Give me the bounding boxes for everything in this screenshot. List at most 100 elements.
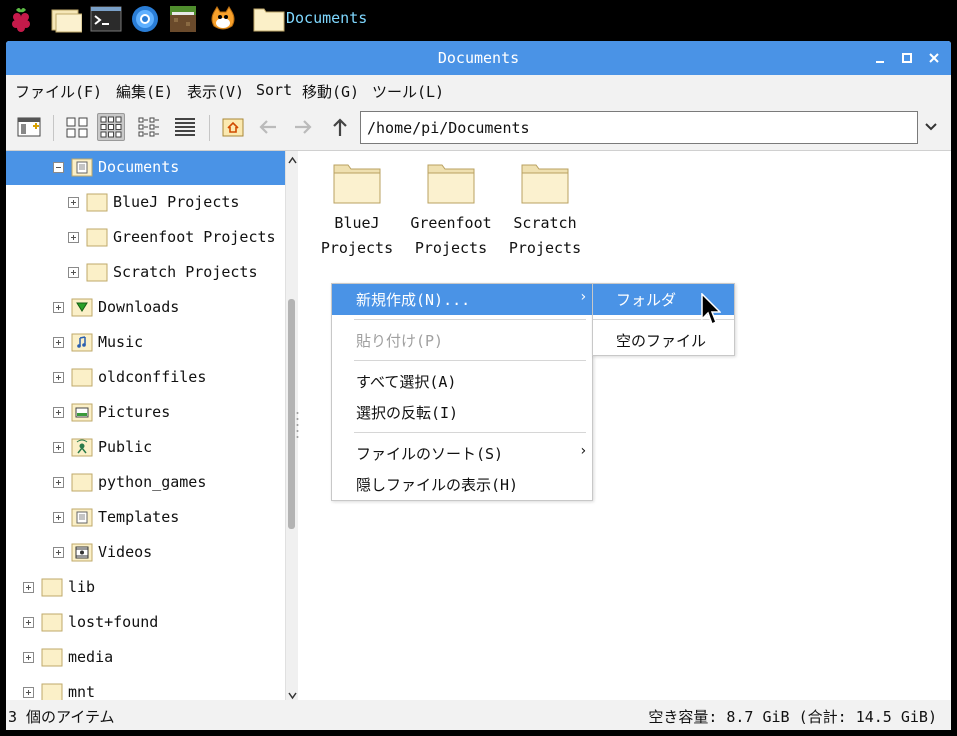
- expand-icon[interactable]: [23, 652, 34, 663]
- tree-item-greenfoot-projects[interactable]: Greenfoot Projects: [6, 220, 285, 255]
- tree-item-mnt[interactable]: mnt: [6, 675, 285, 700]
- context-menu: 新規作成(N)... › 貼り付け(P) すべて選択(A) 選択の反転(I) フ…: [331, 283, 593, 501]
- scroll-down-icon[interactable]: [287, 687, 298, 700]
- tree-item-label: Pictures: [98, 403, 171, 421]
- expand-icon[interactable]: [53, 547, 64, 558]
- free-space: 空き容量: 8.7 GiB (合計: 14.5 GiB): [648, 708, 937, 726]
- menu-item-sort-files[interactable]: ファイルのソート(S) ›: [332, 438, 592, 469]
- tree-item-downloads[interactable]: Downloads: [6, 290, 285, 325]
- titlebar[interactable]: Documents: [6, 41, 951, 75]
- folder-icon: [427, 164, 475, 204]
- directory-tree: Documents BlueJ Projects Greenfoot Proje…: [6, 151, 285, 700]
- menu-item-new-empty-file[interactable]: 空のファイル: [593, 325, 734, 356]
- menu-edit[interactable]: 編集(E): [116, 81, 173, 102]
- menu-separator: [354, 360, 586, 361]
- collapse-icon[interactable]: [53, 162, 64, 173]
- file-manager-icon[interactable]: [50, 4, 83, 34]
- menu-go[interactable]: 移動(G): [302, 81, 359, 102]
- minecraft-icon[interactable]: [168, 4, 198, 34]
- expand-icon[interactable]: [23, 687, 34, 698]
- expand-icon[interactable]: [68, 232, 79, 243]
- task-folder-icon[interactable]: [252, 4, 286, 34]
- file-item-bluej-projects[interactable]: BlueJ Projects: [311, 159, 403, 259]
- menu-item-select-all[interactable]: すべて選択(A): [332, 366, 592, 397]
- file-item-scratch-projects[interactable]: Scratch Projects: [499, 159, 591, 259]
- item-count: 3 個のアイテム: [8, 708, 115, 726]
- up-icon[interactable]: [326, 113, 354, 141]
- tree-item-label: mnt: [68, 683, 96, 700]
- minimize-button[interactable]: [870, 48, 890, 68]
- pane-splitter[interactable]: [296, 411, 299, 441]
- terminal-icon[interactable]: [90, 4, 122, 34]
- tree-item-bluej-projects[interactable]: BlueJ Projects: [6, 185, 285, 220]
- path-bar[interactable]: [360, 111, 918, 144]
- toolbar-separator: [53, 115, 54, 141]
- tree-item-media[interactable]: media: [6, 640, 285, 675]
- path-input[interactable]: [361, 112, 917, 143]
- window-title: Documents: [437, 49, 520, 67]
- new-window-icon[interactable]: [15, 113, 43, 141]
- expand-icon[interactable]: [53, 302, 64, 313]
- videos-folder-icon: [70, 541, 94, 564]
- scrollbar-thumb[interactable]: [288, 299, 295, 529]
- public-folder-icon: [70, 436, 94, 459]
- thumbnail-view-icon[interactable]: [97, 113, 125, 141]
- folder-icon: [40, 646, 64, 669]
- menu-item-show-hidden[interactable]: 隠しファイルの表示(H): [332, 469, 592, 500]
- menu-item-invert-selection[interactable]: 選択の反転(I): [332, 397, 592, 428]
- expand-icon[interactable]: [68, 197, 79, 208]
- folder-icon: [40, 611, 64, 634]
- menu-view[interactable]: 表示(V): [187, 81, 244, 102]
- menu-item-new[interactable]: 新規作成(N)... ›: [332, 284, 592, 315]
- browser-icon[interactable]: [130, 4, 160, 34]
- tree-item-templates[interactable]: Templates: [6, 500, 285, 535]
- close-button[interactable]: [924, 48, 944, 68]
- expand-icon[interactable]: [53, 407, 64, 418]
- tree-item-oldconffiles[interactable]: oldconffiles: [6, 360, 285, 395]
- expand-icon[interactable]: [53, 337, 64, 348]
- tree-item-label: Downloads: [98, 298, 180, 316]
- tree-item-pictures[interactable]: Pictures: [6, 395, 285, 430]
- menu-file[interactable]: ファイル(F): [15, 81, 102, 102]
- folder-icon: [85, 261, 109, 284]
- maximize-button[interactable]: [897, 48, 917, 68]
- tree-item-scratch-projects[interactable]: Scratch Projects: [6, 255, 285, 290]
- compact-view-icon[interactable]: [135, 113, 163, 141]
- expand-icon[interactable]: [53, 477, 64, 488]
- expand-icon[interactable]: [23, 582, 34, 593]
- tree-item-lib[interactable]: lib: [6, 570, 285, 605]
- raspberry-menu-icon[interactable]: [6, 4, 36, 34]
- forward-icon[interactable]: [289, 113, 317, 141]
- task-label[interactable]: Documents: [286, 9, 367, 27]
- menu-tools[interactable]: ツール(L): [372, 81, 444, 102]
- tree-item-music[interactable]: Music: [6, 325, 285, 360]
- expand-icon[interactable]: [53, 512, 64, 523]
- scratch-icon[interactable]: [208, 4, 238, 34]
- menu-sort[interactable]: Sort: [256, 81, 292, 99]
- file-name: BlueJ Projects: [320, 214, 394, 257]
- expand-icon[interactable]: [53, 372, 64, 383]
- tree-item-documents[interactable]: Documents: [6, 151, 285, 185]
- folder-icon: [70, 366, 94, 389]
- icon-view-icon[interactable]: [63, 113, 91, 141]
- expand-icon[interactable]: [53, 442, 64, 453]
- tree-item-label: lib: [68, 578, 96, 596]
- tree-item-python-games[interactable]: python_games: [6, 465, 285, 500]
- menubar: ファイル(F) 編集(E) 表示(V) Sort 移動(G) ツール(L): [6, 75, 951, 105]
- tree-item-lost-found[interactable]: lost+found: [6, 605, 285, 640]
- mouse-pointer-icon: [701, 292, 722, 327]
- tree-item-public[interactable]: Public: [6, 430, 285, 465]
- list-view-icon[interactable]: [171, 113, 199, 141]
- tree-item-label: media: [68, 648, 114, 666]
- tree-item-videos[interactable]: Videos: [6, 535, 285, 570]
- folder-icon: [40, 681, 64, 700]
- scroll-up-icon[interactable]: [287, 152, 298, 164]
- file-item-greenfoot-projects[interactable]: Greenfoot Projects: [405, 159, 497, 259]
- back-icon[interactable]: [254, 113, 282, 141]
- chevron-down-icon[interactable]: [923, 118, 939, 134]
- submenu-arrow-icon: ›: [579, 443, 588, 459]
- expand-icon[interactable]: [68, 267, 79, 278]
- home-icon[interactable]: [219, 113, 247, 141]
- menu-item-paste[interactable]: 貼り付け(P): [332, 325, 592, 356]
- expand-icon[interactable]: [23, 617, 34, 628]
